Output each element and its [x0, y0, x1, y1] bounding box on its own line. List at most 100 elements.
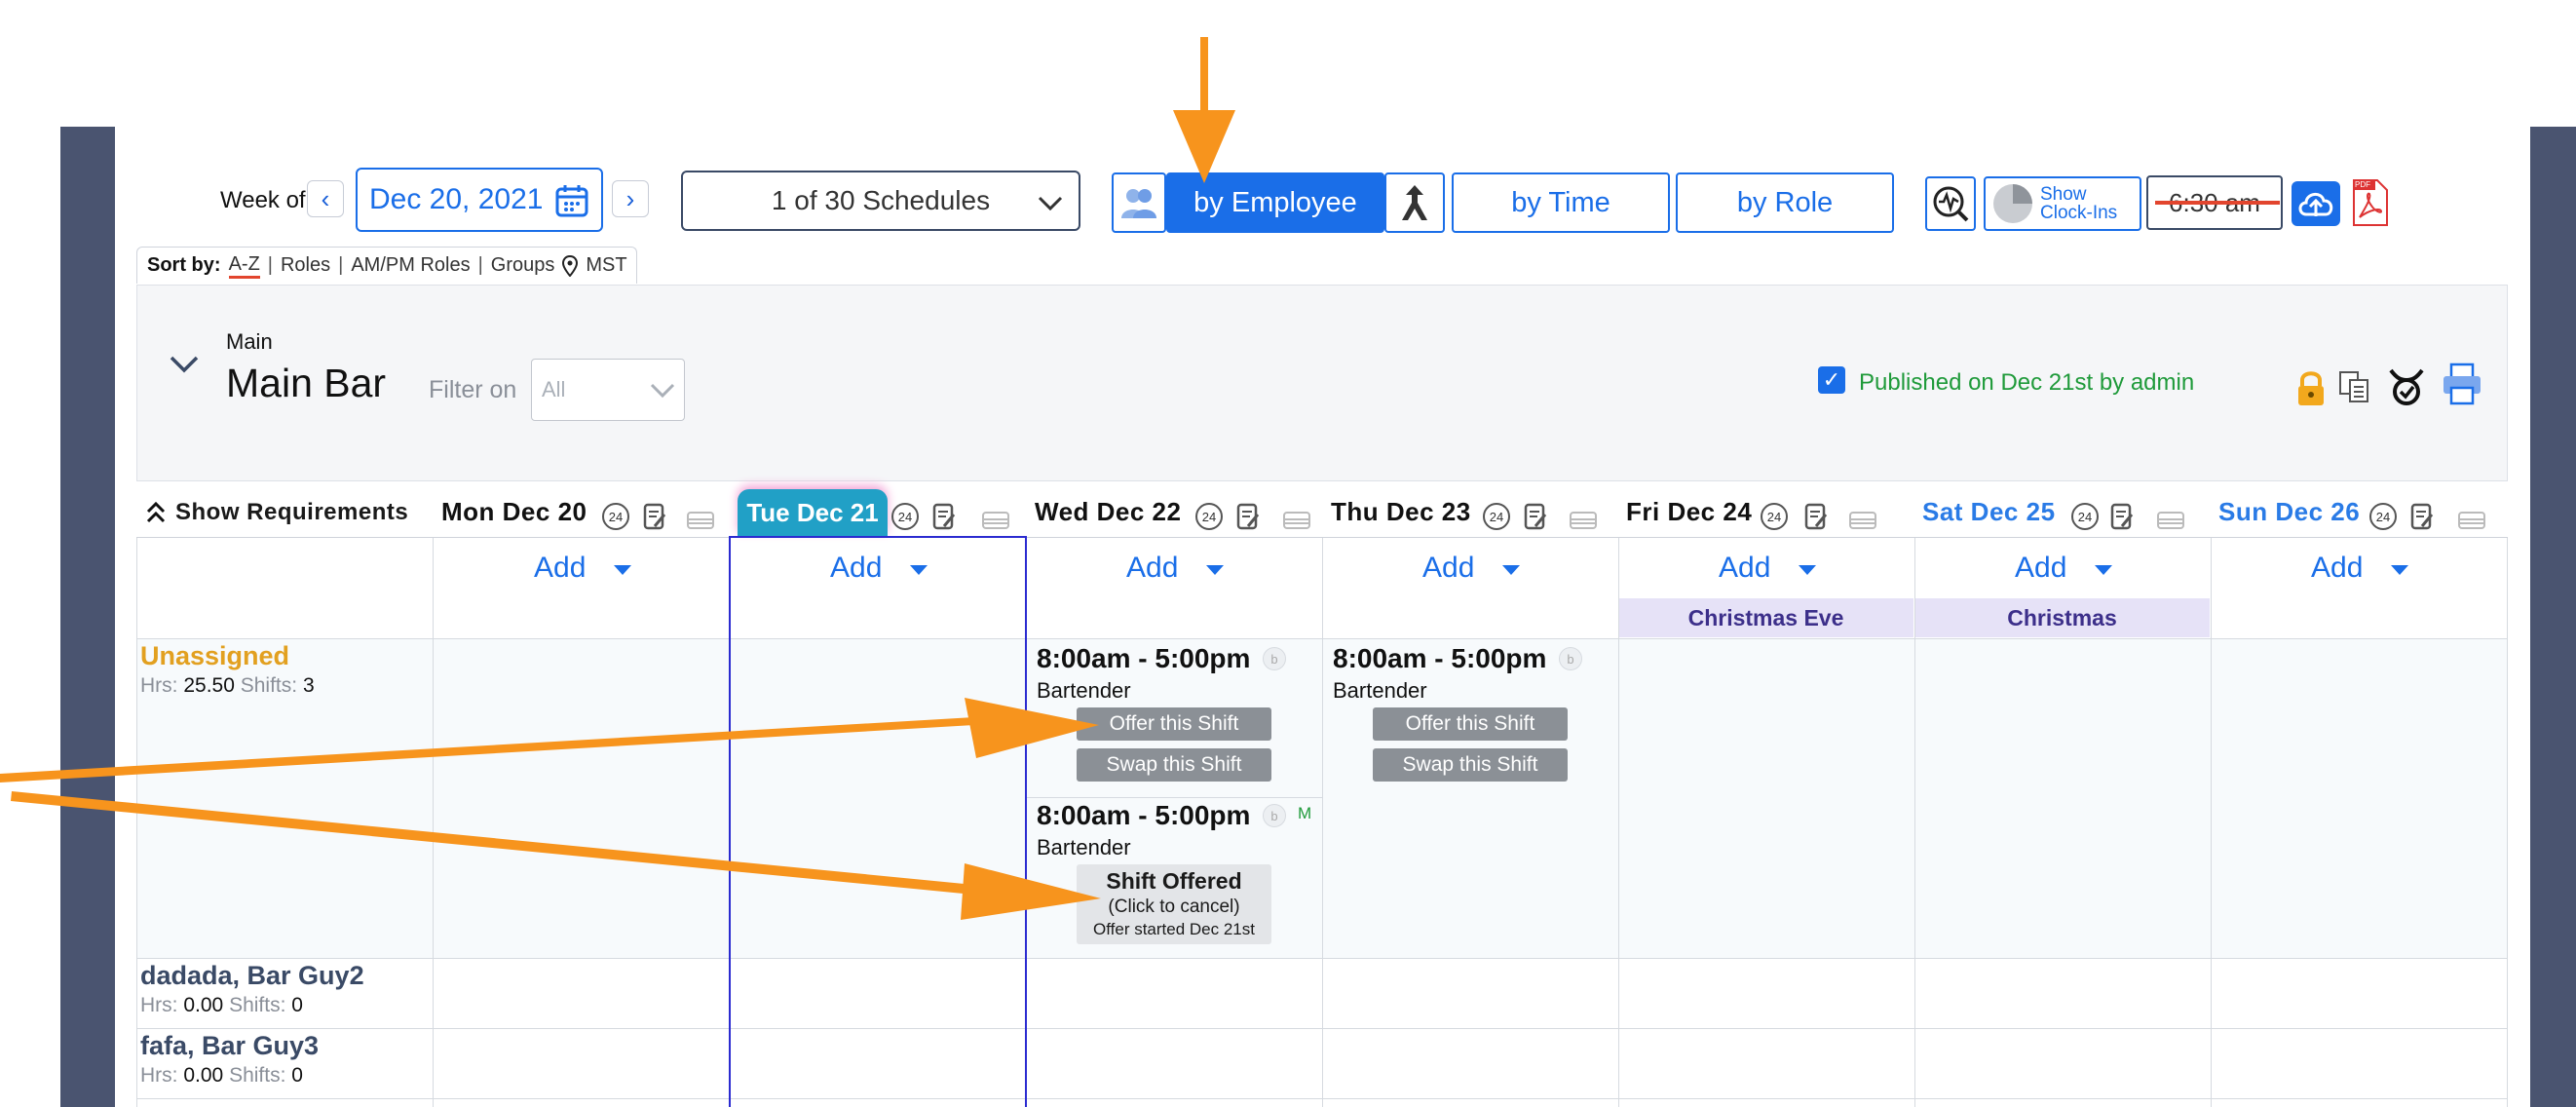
chevron-left-icon: ‹	[321, 183, 330, 213]
tray-icon[interactable]	[1569, 509, 1598, 530]
add-label: Add	[830, 552, 883, 584]
schedule-select-value: 1 of 30 Schedules	[771, 185, 991, 215]
filter-value: All	[542, 377, 566, 401]
day-header-mon[interactable]: Mon Dec 20	[441, 497, 587, 527]
upload-button[interactable]	[2292, 181, 2340, 226]
copy-icon[interactable]	[2338, 370, 2369, 405]
date-picker[interactable]: Dec 20, 2021	[356, 168, 603, 232]
notes-icon[interactable]	[1524, 503, 1547, 530]
next-week-button[interactable]: ›	[612, 180, 649, 217]
offer-shift-button[interactable]: Offer this Shift	[1373, 707, 1568, 741]
add-shift-tue[interactable]: Add	[830, 546, 947, 589]
lock-icon[interactable]	[2292, 368, 2330, 407]
swap-shift-button[interactable]: Swap this Shift	[1373, 748, 1568, 782]
sort-label: Sort by:	[147, 254, 221, 276]
filter-label: Filter on	[429, 376, 517, 403]
tray-icon[interactable]	[686, 509, 715, 530]
swap-shift-button[interactable]: Swap this Shift	[1077, 748, 1271, 782]
location-parent: Main	[226, 329, 273, 354]
notes-icon[interactable]	[932, 503, 956, 530]
shift-role: Bartender	[1333, 678, 1427, 703]
time-strike-mark	[2155, 201, 2280, 205]
24h-icon[interactable]: 24	[602, 503, 629, 530]
location-pin-icon	[562, 254, 579, 277]
shift-time: 8:00am - 5:00pm	[1333, 643, 1547, 673]
add-label: Add	[1422, 552, 1475, 584]
24h-icon[interactable]: 24	[2369, 503, 2397, 530]
shift-time: 8:00am - 5:00pm	[1037, 643, 1251, 673]
shift-offered-cancel-button[interactable]: Shift Offered (Click to cancel) Offer st…	[1077, 864, 1271, 944]
notes-icon[interactable]	[1804, 503, 1828, 530]
add-label: Add	[2015, 552, 2067, 584]
location-name: Main Bar	[226, 361, 387, 405]
notes-icon[interactable]	[643, 503, 666, 530]
add-shift-wed[interactable]: Add	[1126, 546, 1243, 589]
show-requirements-toggle[interactable]: Show Requirements	[144, 499, 408, 526]
pdf-badge-text: PDF	[2355, 180, 2370, 189]
day-header-sun[interactable]: Sun Dec 26	[2218, 497, 2360, 527]
published-status: Published on Dec 21st by admin	[1859, 369, 2195, 396]
notes-icon[interactable]	[2110, 503, 2134, 530]
day-header-tue-today[interactable]: Tue Dec 21	[738, 489, 888, 536]
employee-stats: Hrs: 0.00 Shifts: 0	[140, 994, 303, 1016]
tray-icon[interactable]	[1282, 509, 1311, 530]
pdf-button[interactable]: PDF	[2350, 178, 2389, 227]
day-header-thu[interactable]: Thu Dec 23	[1331, 497, 1471, 527]
employee-name[interactable]: Unassigned	[140, 641, 289, 671]
fork-view-button[interactable]	[1384, 172, 1445, 233]
sort-option-ampm[interactable]: AM/PM Roles	[351, 254, 470, 277]
24h-icon[interactable]: 24	[2071, 503, 2099, 530]
approval-icon[interactable]	[2387, 366, 2426, 407]
notes-icon[interactable]	[1236, 503, 1260, 530]
24h-icon[interactable]: 24	[891, 503, 919, 530]
timezone[interactable]: MST	[586, 254, 626, 277]
offer-shift-button[interactable]: Offer this Shift	[1077, 707, 1271, 741]
double-chevron-up-icon	[146, 501, 166, 523]
24h-icon[interactable]: 24	[1483, 503, 1510, 530]
shift-card-thu-1[interactable]: 8:00am - 5:00pm b Bartender Offer this S…	[1323, 639, 1617, 795]
employee-name[interactable]: dadada, Bar Guy2	[140, 961, 364, 991]
week-of-label: Week of	[220, 187, 306, 213]
day-header-wed[interactable]: Wed Dec 22	[1035, 497, 1181, 527]
sort-option-az[interactable]: A-Z	[228, 253, 260, 279]
group-view-button[interactable]	[1112, 172, 1166, 233]
prev-week-button[interactable]: ‹	[307, 180, 344, 217]
schedule-select[interactable]: 1 of 30 Schedules	[681, 171, 1080, 231]
people-icon	[1121, 189, 1156, 218]
add-shift-sat[interactable]: Add	[2015, 546, 2132, 589]
add-shift-fri[interactable]: Add	[1719, 546, 1836, 589]
annotation-arrows	[0, 698, 1101, 920]
shift-badge-icon: b	[1263, 804, 1286, 827]
print-icon[interactable]	[2442, 363, 2482, 405]
24h-icon[interactable]: 24	[1761, 503, 1788, 530]
grid-line	[1322, 538, 1323, 1107]
by-role-button[interactable]: by Role	[1676, 172, 1894, 233]
add-shift-mon[interactable]: Add	[534, 546, 651, 589]
tray-icon[interactable]	[1848, 509, 1877, 530]
tray-icon[interactable]	[2156, 509, 2185, 530]
show-clockins-button[interactable]: Show Clock-Ins	[1984, 176, 2141, 231]
sort-option-roles[interactable]: Roles	[281, 254, 330, 277]
annotation-arrow-down	[1173, 37, 1235, 183]
day-header-sat[interactable]: Sat Dec 25	[1922, 497, 2056, 527]
add-shift-sun[interactable]: Add	[2311, 546, 2428, 589]
employee-stats: Hrs: 0.00 Shifts: 0	[140, 1064, 303, 1087]
add-label: Add	[1719, 552, 1771, 584]
published-checkbox[interactable]: ✓	[1818, 366, 1845, 394]
notes-icon[interactable]	[2410, 503, 2434, 530]
tray-icon[interactable]	[2457, 509, 2486, 530]
activity-button[interactable]	[1925, 176, 1976, 231]
tray-icon[interactable]	[981, 509, 1010, 530]
dropdown-caret-icon	[2391, 565, 2408, 575]
24h-icon[interactable]: 24	[1195, 503, 1223, 530]
employee-name[interactable]: fafa, Bar Guy3	[140, 1031, 319, 1061]
chevron-down-icon	[1038, 196, 1063, 211]
filter-select[interactable]: All	[531, 359, 685, 421]
by-time-button[interactable]: by Time	[1452, 172, 1670, 233]
day-header-fri[interactable]: Fri Dec 24	[1626, 497, 1752, 527]
sort-option-groups[interactable]: Groups	[491, 254, 555, 277]
collapse-chevron-icon[interactable]	[168, 353, 201, 376]
merge-icon	[1402, 185, 1427, 220]
show-requirements-label: Show Requirements	[175, 499, 409, 525]
add-shift-thu[interactable]: Add	[1422, 546, 1539, 589]
